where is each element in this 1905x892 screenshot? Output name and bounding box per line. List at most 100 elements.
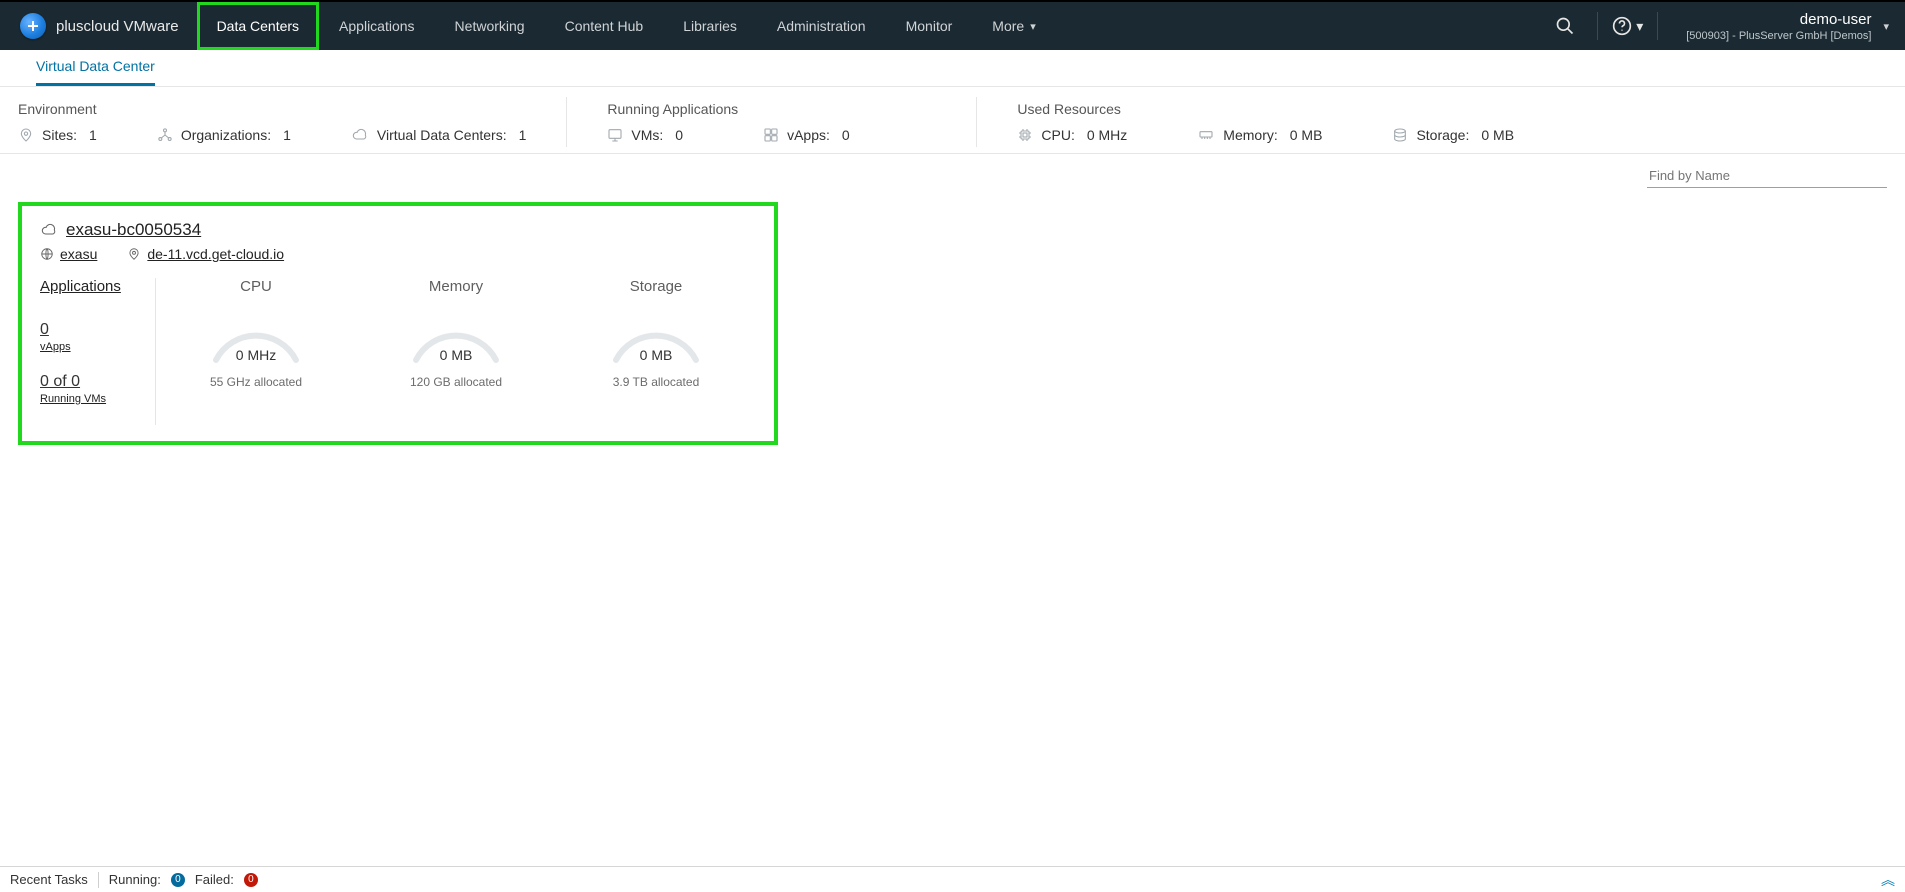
stat-memory: Memory: 0 MB <box>1197 127 1322 143</box>
gauge-value: 0 MB <box>406 347 506 363</box>
divider <box>1597 12 1598 40</box>
summary-used-resources: Used Resources CPU: 0 MHz Memory: 0 MB <box>1017 97 1554 147</box>
vapp-icon <box>763 127 779 143</box>
pin-icon <box>127 247 141 261</box>
vapps-link[interactable]: 0 vApps <box>40 321 143 353</box>
vdc-left-panel: Applications 0 vApps 0 of 0 Running VMs <box>40 278 156 425</box>
vdc-gauges: CPU 0 MHz 55 GHz allocated Memory 0 MB 1… <box>156 278 756 425</box>
nav-data-centers[interactable]: Data Centers <box>197 2 319 50</box>
brand[interactable]: pluscloud VMware <box>0 13 197 39</box>
nav-label: Administration <box>777 18 866 34</box>
gauge-arc: 0 MB <box>406 305 506 365</box>
chevron-down-icon: ▾ <box>1636 18 1643 35</box>
org-icon <box>157 127 173 143</box>
summary-running-apps: Running Applications VMs: 0 vApps: 0 <box>607 97 977 147</box>
gauge-value: 0 MB <box>606 347 706 363</box>
running-label: Running: <box>109 872 161 887</box>
brand-logo-icon <box>20 13 46 39</box>
cpu-icon <box>1017 127 1033 143</box>
gauge-arc: 0 MHz <box>206 305 306 365</box>
running-vms-label: Running VMs <box>40 393 143 405</box>
expand-tasks-icon[interactable]: ︽ <box>1881 870 1895 890</box>
user-org: [500903] - PlusServer GmbH [Demos] <box>1686 30 1871 42</box>
cloud-icon <box>351 127 369 143</box>
subtab-label: Virtual Data Center <box>36 58 155 74</box>
nav-content-hub[interactable]: Content Hub <box>545 2 664 50</box>
stat-cpu: CPU: 0 MHz <box>1017 127 1127 143</box>
vdc-card[interactable]: exasu-bc0050534 exasu de-11.vcd.get-clou… <box>18 202 778 445</box>
tasks-title: Recent Tasks <box>10 872 88 887</box>
nav-label: More <box>992 18 1024 34</box>
vm-icon <box>607 127 623 143</box>
summary-title: Running Applications <box>607 101 936 117</box>
divider <box>1657 12 1658 40</box>
running-vms-count: 0 of 0 <box>40 373 80 390</box>
gauge-title: CPU <box>240 278 272 295</box>
gauge-title: Memory <box>429 278 483 295</box>
gauge-value: 0 MHz <box>206 347 306 363</box>
failed-count-badge: 0 <box>244 873 258 887</box>
summary-strip: Environment Sites: 1 Organizations: 1 <box>0 87 1905 154</box>
running-vms-link[interactable]: 0 of 0 Running VMs <box>40 373 143 405</box>
summary-title: Environment <box>18 101 526 117</box>
nav-applications[interactable]: Applications <box>319 2 435 50</box>
nav-label: Content Hub <box>565 18 644 34</box>
help-icon <box>1612 16 1632 36</box>
find-row <box>0 154 1905 194</box>
stat-organizations: Organizations: 1 <box>157 127 291 143</box>
search-button[interactable] <box>1547 8 1583 44</box>
gauge-storage: Storage 0 MB 3.9 TB allocated <box>556 278 756 425</box>
vapps-label: vApps <box>40 341 143 353</box>
nav-label: Networking <box>455 18 525 34</box>
vapps-count: 0 <box>40 321 49 338</box>
recent-tasks-bar[interactable]: Recent Tasks Running: 0 Failed: 0 ︽ <box>0 866 1905 892</box>
vdc-site-link[interactable]: de-11.vcd.get-cloud.io <box>127 246 284 262</box>
gauge-allocated: 55 GHz allocated <box>210 375 302 389</box>
stat-vapps: vApps: 0 <box>763 127 850 143</box>
globe-icon <box>40 247 54 261</box>
nav-monitor[interactable]: Monitor <box>886 2 973 50</box>
nav-administration[interactable]: Administration <box>757 2 886 50</box>
find-by-name-input[interactable] <box>1647 164 1887 188</box>
memory-icon <box>1197 127 1215 143</box>
running-count-badge: 0 <box>171 873 185 887</box>
nav-networking[interactable]: Networking <box>435 2 545 50</box>
chevron-down-icon: ▾ <box>1030 20 1036 33</box>
cloud-icon <box>40 222 58 238</box>
nav-right: ▾ demo-user [500903] - PlusServer GmbH [… <box>1547 2 1905 50</box>
nav-libraries[interactable]: Libraries <box>663 2 757 50</box>
user-menu[interactable]: demo-user [500903] - PlusServer GmbH [De… <box>1672 11 1889 42</box>
failed-label: Failed: <box>195 872 234 887</box>
nav-items: Data Centers Applications Networking Con… <box>197 2 1056 50</box>
tab-virtual-data-center[interactable]: Virtual Data Center <box>36 50 155 86</box>
vdc-card-grid: exasu-bc0050534 exasu de-11.vcd.get-clou… <box>0 194 1905 453</box>
brand-title: pluscloud VMware <box>56 18 179 35</box>
top-nav: pluscloud VMware Data Centers Applicatio… <box>0 0 1905 50</box>
search-icon <box>1555 16 1575 36</box>
user-name: demo-user <box>1800 11 1872 28</box>
help-button[interactable]: ▾ <box>1612 16 1643 36</box>
vdc-name-link[interactable]: exasu-bc0050534 <box>40 220 756 240</box>
stat-vms: VMs: 0 <box>607 127 683 143</box>
gauge-allocated: 120 GB allocated <box>410 375 502 389</box>
gauge-title: Storage <box>630 278 683 295</box>
chevron-down-icon: ▾ <box>1883 20 1889 33</box>
divider <box>98 872 99 888</box>
vdc-site: de-11.vcd.get-cloud.io <box>147 246 284 262</box>
nav-label: Applications <box>339 18 415 34</box>
pin-icon <box>18 127 34 143</box>
storage-icon <box>1392 127 1408 143</box>
stat-sites: Sites: 1 <box>18 127 97 143</box>
applications-link[interactable]: Applications <box>40 278 143 295</box>
gauge-arc: 0 MB <box>606 305 706 365</box>
gauge-allocated: 3.9 TB allocated <box>613 375 700 389</box>
subtab-bar: Virtual Data Center <box>0 50 1905 87</box>
stat-storage: Storage: 0 MB <box>1392 127 1514 143</box>
vdc-name: exasu-bc0050534 <box>66 220 201 240</box>
vdc-org-link[interactable]: exasu <box>40 246 97 262</box>
stat-vdcs: Virtual Data Centers: 1 <box>351 127 527 143</box>
vdc-org: exasu <box>60 246 97 262</box>
summary-title: Used Resources <box>1017 101 1514 117</box>
nav-label: Libraries <box>683 18 737 34</box>
nav-more[interactable]: More ▾ <box>972 2 1055 50</box>
